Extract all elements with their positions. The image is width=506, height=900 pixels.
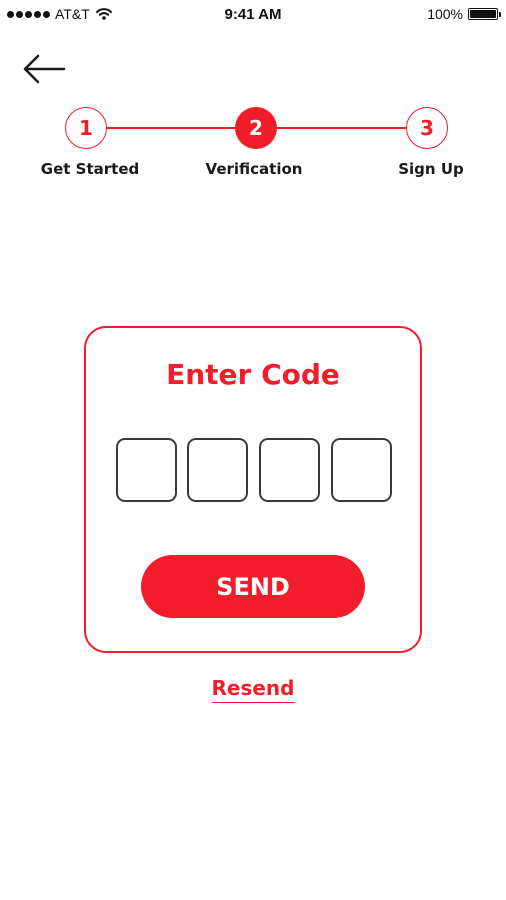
code-digit-1[interactable]: [116, 438, 177, 502]
step-1-label: Get Started: [40, 160, 140, 178]
code-digit-3[interactable]: [259, 438, 320, 502]
status-right: 100%: [427, 6, 501, 22]
step-2-circle: 2: [235, 107, 277, 149]
step-3-circle: 3: [406, 107, 448, 149]
battery-percent: 100%: [427, 6, 463, 22]
step-3-number: 3: [420, 116, 434, 140]
arrow-left-icon: [23, 54, 66, 84]
step-2-label: Verification: [205, 160, 303, 178]
battery-icon: [468, 8, 501, 20]
resend-row: Resend: [0, 676, 506, 703]
step-1-circle: 1: [65, 107, 107, 149]
card-title: Enter Code: [166, 358, 340, 391]
send-button[interactable]: SEND: [141, 555, 365, 618]
step-2-number: 2: [249, 116, 263, 140]
step-1-number: 1: [79, 116, 93, 140]
code-digit-2[interactable]: [187, 438, 248, 502]
status-bar: AT&T 9:41 AM 100%: [0, 0, 506, 30]
resend-link[interactable]: Resend: [211, 676, 295, 703]
step-3-label: Sign Up: [398, 160, 464, 178]
battery-level: [470, 10, 496, 18]
verification-card: Enter Code SEND: [84, 326, 422, 653]
code-digit-4[interactable]: [331, 438, 392, 502]
back-button[interactable]: [20, 52, 68, 86]
